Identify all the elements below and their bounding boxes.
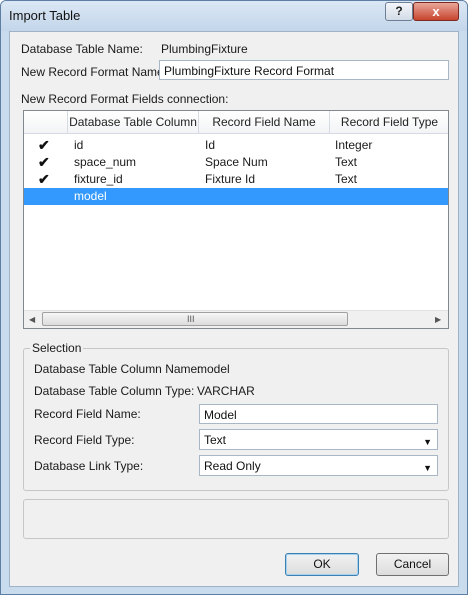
chevron-down-icon: ▼ xyxy=(423,437,432,447)
horizontal-scrollbar[interactable]: ◀ III ▶ xyxy=(24,310,448,328)
column-header-check[interactable] xyxy=(24,111,68,134)
record-field-type-select[interactable]: Text ▼ xyxy=(199,429,438,450)
scroll-right-icon[interactable]: ▶ xyxy=(435,315,441,324)
column-header-db-column[interactable]: Database Table Column xyxy=(68,111,199,134)
fields-connection-label: New Record Format Fields connection: xyxy=(21,92,229,106)
help-button[interactable]: ? xyxy=(385,2,413,21)
check-icon: ✔ xyxy=(38,154,50,170)
check-icon: ✔ xyxy=(38,171,50,187)
selection-group: Selection Database Table Column Name: mo… xyxy=(23,341,449,491)
table-row[interactable]: ✔ fixture_id Fixture Id Text xyxy=(24,171,448,188)
row-field-name: Fixture Id xyxy=(205,172,256,186)
status-box xyxy=(23,499,449,539)
title-bar[interactable]: Import Table ? x xyxy=(1,1,467,31)
cancel-button[interactable]: Cancel xyxy=(376,553,449,576)
link-type-label: Database Link Type: xyxy=(34,459,144,473)
db-table-name-label: Database Table Name: xyxy=(21,42,143,56)
row-field-type: Text xyxy=(335,172,358,186)
column-header-field-type[interactable]: Record Field Type xyxy=(330,111,448,134)
record-field-type-value: Text xyxy=(204,433,227,447)
selection-group-title: Selection xyxy=(30,341,84,355)
close-button[interactable]: x xyxy=(413,2,459,21)
col-name-value: model xyxy=(197,362,230,376)
dialog-body: Database Table Name: PlumbingFixture New… xyxy=(9,31,459,587)
import-table-dialog: Import Table ? x Database Table Name: Pl… xyxy=(0,0,468,595)
row-db-column: fixture_id xyxy=(74,172,123,186)
col-type-label: Database Table Column Type: xyxy=(34,384,195,398)
scroll-left-icon[interactable]: ◀ xyxy=(29,315,35,324)
fields-list[interactable]: Database Table Column Record Field Name … xyxy=(23,110,449,329)
row-field-name: Space Num xyxy=(205,155,268,169)
row-db-column: id xyxy=(74,138,84,152)
column-header-field-name[interactable]: Record Field Name xyxy=(199,111,330,134)
link-type-value: Read Only xyxy=(204,459,261,473)
table-row-selected[interactable]: model xyxy=(24,188,448,205)
window-title: Import Table xyxy=(9,8,81,23)
row-field-type: Text xyxy=(335,155,358,169)
col-type-value: VARCHAR xyxy=(197,384,255,398)
check-icon: ✔ xyxy=(38,137,50,153)
field-type-label: Record Field Type: xyxy=(34,433,135,447)
new-format-name-input[interactable]: PlumbingFixture Record Format xyxy=(159,60,449,80)
col-name-label: Database Table Column Name: xyxy=(34,362,201,376)
row-db-column: model xyxy=(74,189,107,203)
table-row[interactable]: ✔ id Id Integer xyxy=(24,137,448,154)
new-format-name-label: New Record Format Name: xyxy=(21,65,168,79)
db-table-name-value: PlumbingFixture xyxy=(161,42,248,56)
row-field-name: Id xyxy=(205,138,216,152)
chevron-down-icon: ▼ xyxy=(423,463,432,473)
scroll-thumb[interactable]: III xyxy=(42,312,348,326)
table-row[interactable]: ✔ space_num Space Num Text xyxy=(24,154,448,171)
field-name-label: Record Field Name: xyxy=(34,407,141,421)
grip-icon: III xyxy=(187,314,195,324)
row-db-column: space_num xyxy=(74,155,137,169)
row-field-type: Integer xyxy=(335,138,373,152)
record-field-name-input[interactable]: Model xyxy=(199,404,438,424)
link-type-select[interactable]: Read Only ▼ xyxy=(199,455,438,476)
ok-button[interactable]: OK xyxy=(285,553,359,576)
